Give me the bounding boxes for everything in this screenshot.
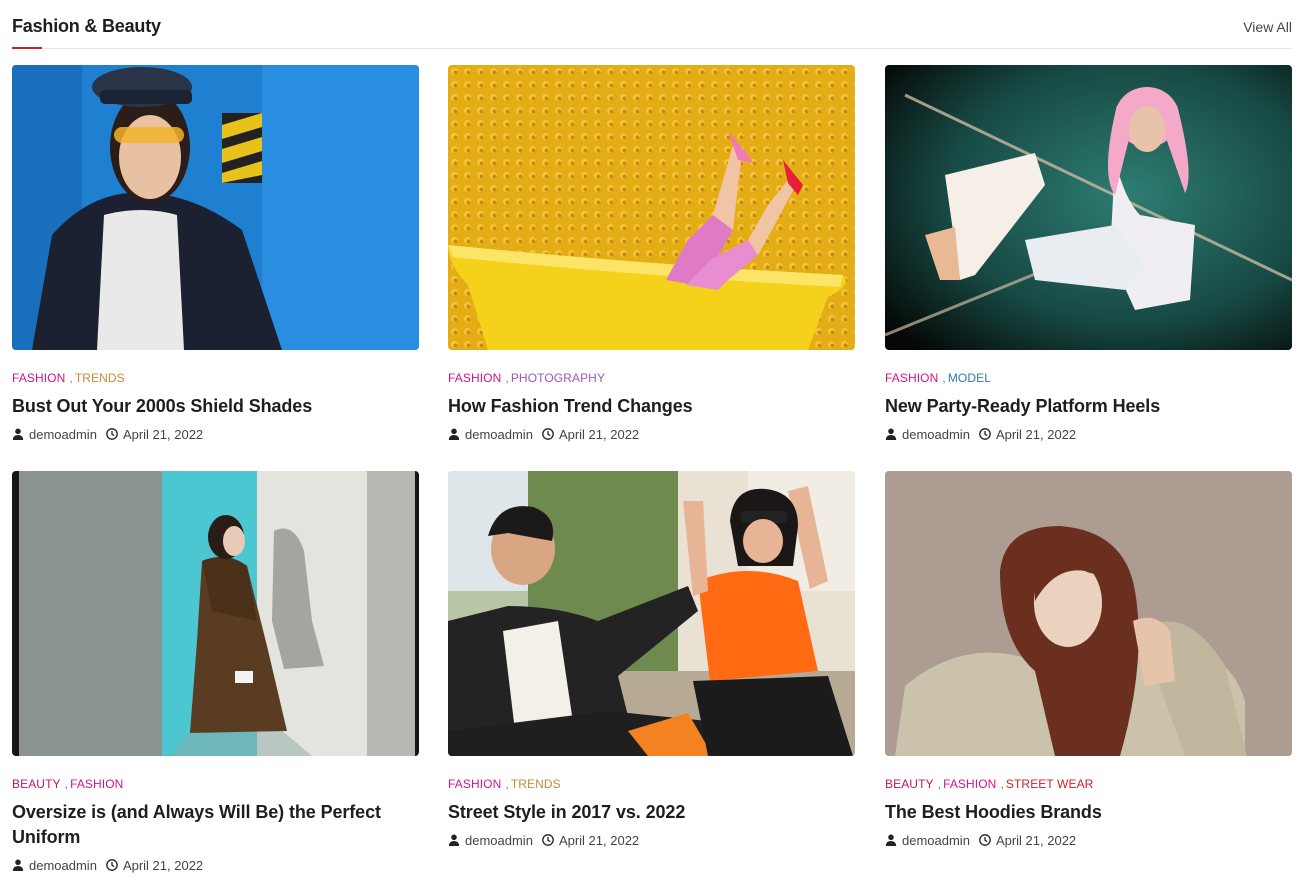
post-categories: Fashion, Model [885,371,992,385]
clock-icon [542,834,554,846]
post-meta: demoadmin April 21, 2022 [12,857,419,873]
category-link[interactable]: Fashion [448,777,501,791]
clock-icon [106,859,118,871]
post-date: April 21, 2022 [558,832,640,848]
post-card: Beauty, Fashion Oversize is (and Always W… [12,471,419,873]
post-card: Fashion, Trends Bust Out Your 2000s Shiel… [12,65,419,442]
post-date: April 21, 2022 [995,832,1077,848]
post-meta: demoadmin April 21, 2022 [885,832,1292,848]
author-link[interactable]: demoadmin [902,427,970,442]
view-all-link[interactable]: View All [1243,19,1292,35]
author-link[interactable]: demoadmin [902,833,970,848]
post-thumbnail[interactable] [448,65,855,350]
category-link[interactable]: Fashion [12,371,65,385]
post-meta: demoadmin April 21, 2022 [885,426,1292,442]
post-date: April 21, 2022 [995,426,1077,442]
author-link[interactable]: demoadmin [465,427,533,442]
post-date: April 21, 2022 [122,857,204,873]
author-link[interactable]: demoadmin [29,858,97,873]
clock-icon [106,428,118,440]
clock-icon [542,428,554,440]
category-link[interactable]: Photography [511,371,605,385]
post-categories: Fashion, Photography [448,371,606,385]
clock-icon [979,834,991,846]
category-link[interactable]: Fashion [885,371,938,385]
woman-blue-wall-photo [12,65,419,350]
category-link[interactable]: Trends [75,371,125,385]
user-icon [448,428,460,440]
category-link[interactable]: Beauty [885,777,934,791]
post-card: Fashion, Photography How Fashion Trend Ch… [448,65,855,442]
post-date: April 21, 2022 [122,426,204,442]
post-thumbnail[interactable] [12,471,419,756]
post-thumbnail[interactable] [885,65,1292,350]
post-categories: Beauty, Fashion [12,777,124,791]
user-icon [448,834,460,846]
post-title[interactable]: The Best Hoodies Brands [885,800,1292,825]
post-categories: Fashion, Trends [12,371,125,385]
user-icon [885,834,897,846]
post-thumbnail[interactable] [885,471,1292,756]
section-title: Fashion & Beauty [12,16,161,36]
category-link[interactable]: Trends [511,777,561,791]
post-thumbnail[interactable] [12,65,419,350]
post-title[interactable]: How Fashion Trend Changes [448,394,855,419]
title-underline [12,47,42,49]
category-link[interactable]: Model [948,371,991,385]
category-link[interactable]: Beauty [12,777,61,791]
yellow-bathtub-photo [448,65,855,350]
post-title[interactable]: Street Style in 2017 vs. 2022 [448,800,855,825]
post-meta: demoadmin April 21, 2022 [448,426,855,442]
section-header: Fashion & Beauty View All [12,0,1292,49]
category-link[interactable]: Fashion [448,371,501,385]
post-card: Fashion, Trends Street Style in 2017 vs. … [448,471,855,848]
post-date: April 21, 2022 [558,426,640,442]
user-icon [12,859,24,871]
category-link[interactable]: Fashion [943,777,996,791]
post-meta: demoadmin April 21, 2022 [448,832,855,848]
clock-icon [979,428,991,440]
author-link[interactable]: demoadmin [465,833,533,848]
category-link[interactable]: Street Wear [1006,777,1094,791]
post-thumbnail[interactable] [448,471,855,756]
street-style-couple-photo [448,471,855,756]
hoodie-woman-photo [885,471,1292,756]
post-categories: Beauty, Fashion, Street Wear [885,777,1094,791]
user-icon [12,428,24,440]
post-title[interactable]: New Party-Ready Platform Heels [885,394,1292,419]
user-icon [885,428,897,440]
pink-hair-heels-photo [885,65,1292,350]
category-link[interactable]: Fashion [70,777,123,791]
author-link[interactable]: demoadmin [29,427,97,442]
post-meta: demoadmin April 21, 2022 [12,426,419,442]
post-card: Fashion, Model New Party-Ready Platform H… [885,65,1292,442]
oversize-coat-photo [12,471,419,756]
post-categories: Fashion, Trends [448,777,561,791]
post-title[interactable]: Bust Out Your 2000s Shield Shades [12,394,419,419]
post-card: Beauty, Fashion, Street Wear The Best Hood… [885,471,1292,848]
post-title[interactable]: Oversize is (and Always Will Be) the Per… [12,800,419,850]
